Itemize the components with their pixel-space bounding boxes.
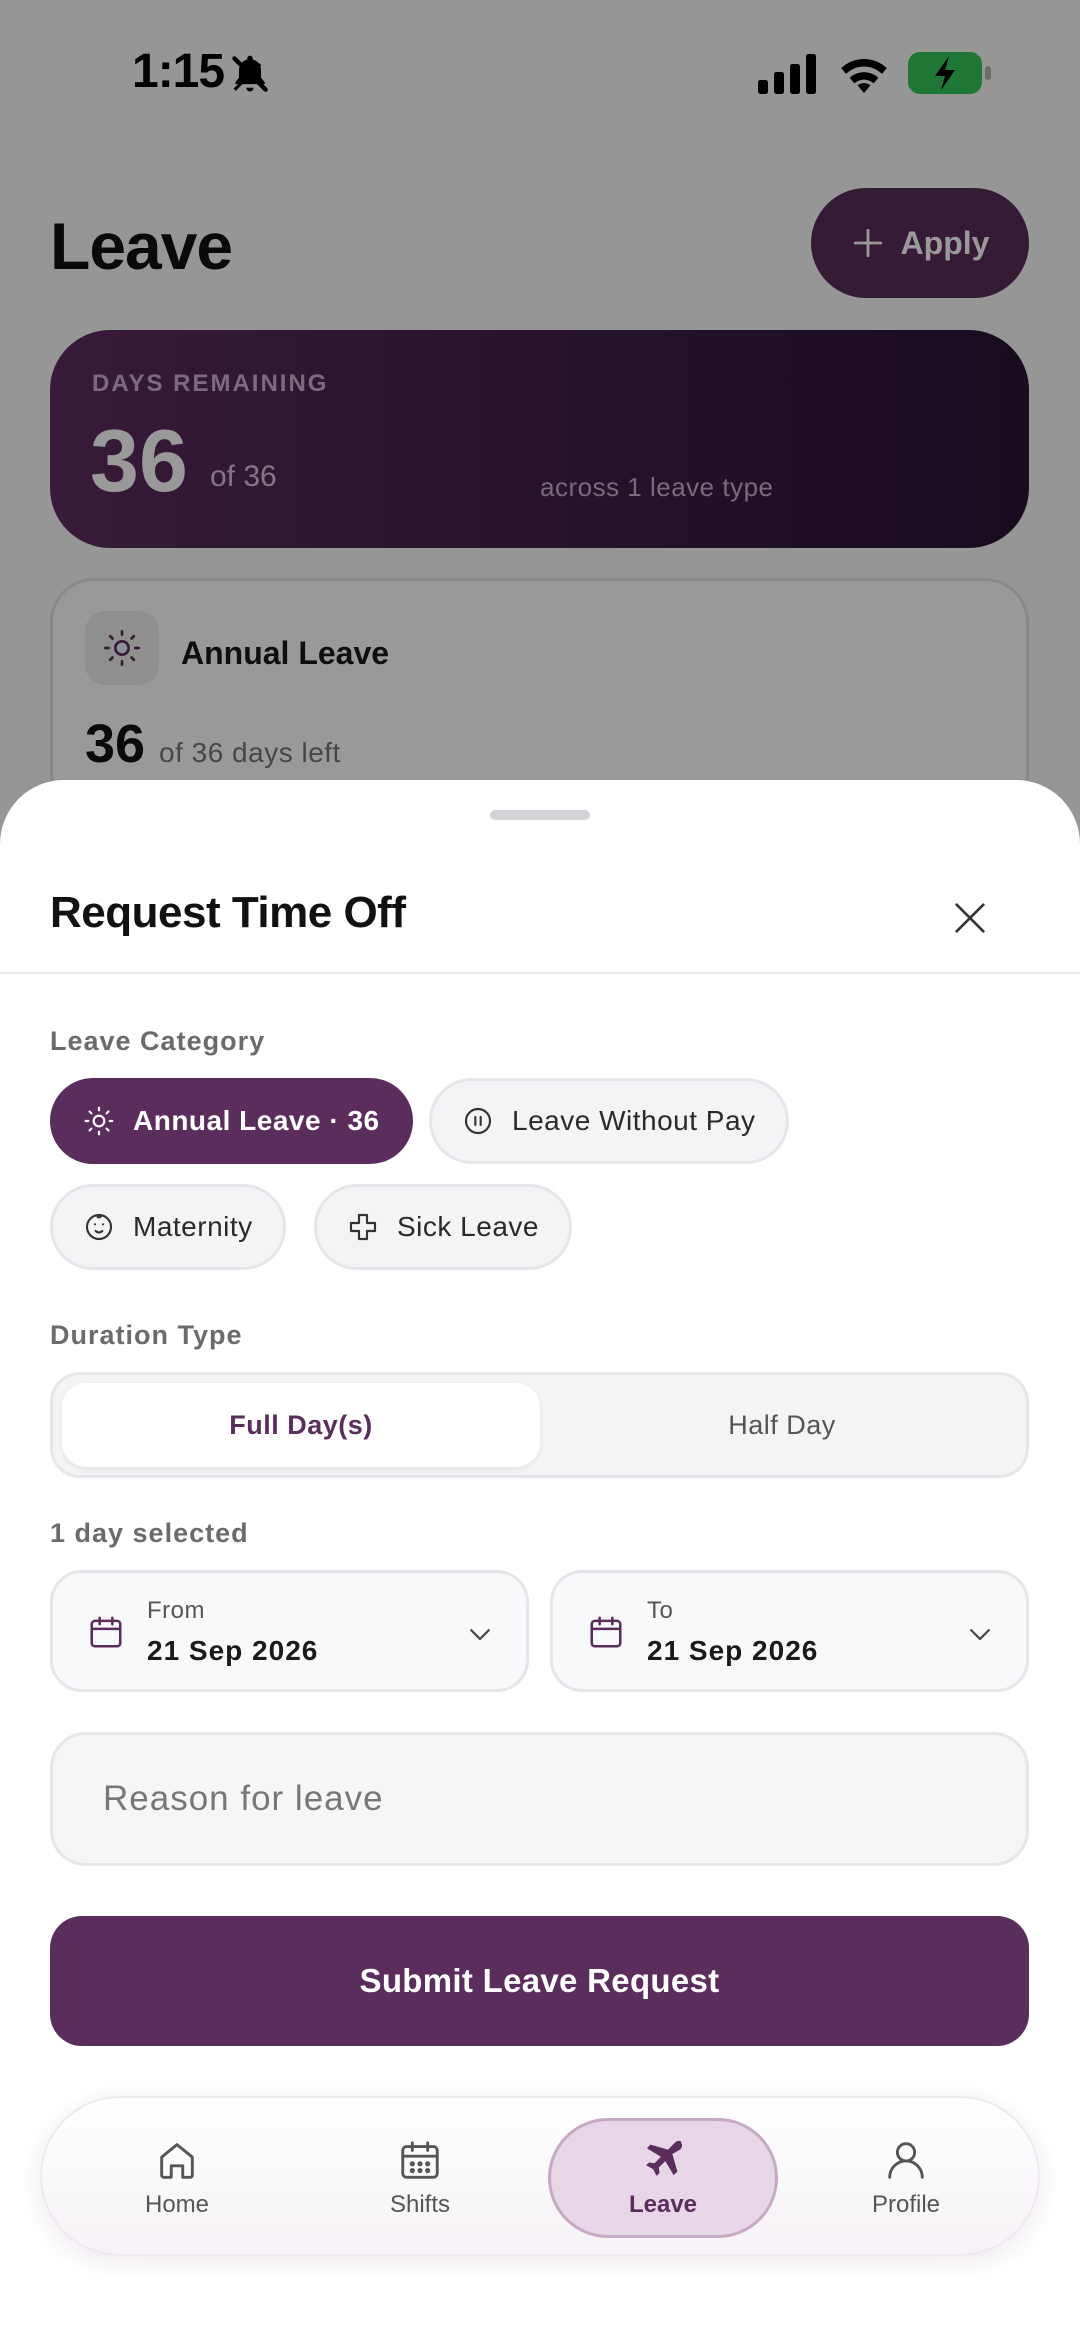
from-date-picker[interactable]: From 21 Sep 2026 — [50, 1570, 529, 1692]
to-value: 21 Sep 2026 — [647, 1635, 819, 1666]
sheet-grabber[interactable] — [490, 810, 590, 820]
nav-label: Shifts — [389, 2191, 451, 2218]
chip-label: Maternity — [133, 1211, 253, 1242]
user-icon — [888, 2142, 924, 2179]
nav-item-leave[interactable]: Leave — [548, 2118, 778, 2238]
reason-input[interactable] — [53, 1735, 1026, 1863]
bottom-navigation: Home Shifts Leave Profile — [40, 2096, 1040, 2256]
chip-label: Annual Leave · 36 — [133, 1105, 380, 1136]
chip-label: Leave Without Pay — [512, 1105, 756, 1136]
baby-face-icon — [85, 1213, 113, 1241]
nav-label: Leave — [628, 2191, 698, 2218]
segment-half-day[interactable]: Half Day — [543, 1383, 1021, 1467]
category-chip-maternity[interactable]: Maternity — [50, 1184, 286, 1270]
from-value: 21 Sep 2026 — [147, 1635, 319, 1666]
nav-item-home[interactable]: Home — [62, 2118, 292, 2238]
to-caption: To — [647, 1597, 674, 1624]
calendar-icon — [590, 1616, 622, 1648]
leave-category-label: Leave Category — [50, 1026, 266, 1056]
submit-leave-request-button[interactable]: Submit Leave Request — [50, 1916, 1029, 2046]
category-chip-sick-leave[interactable]: Sick Leave — [314, 1184, 572, 1270]
calendar-icon — [90, 1616, 122, 1648]
segment-full-day[interactable]: Full Day(s) — [62, 1383, 540, 1467]
category-chip-annual-leave[interactable]: Annual Leave · 36 — [50, 1078, 413, 1164]
sun-icon — [84, 1106, 114, 1136]
reason-field — [50, 1732, 1029, 1866]
duration-type-control: Full Day(s) Half Day — [50, 1372, 1029, 1478]
nav-item-shifts[interactable]: Shifts — [305, 2118, 535, 2238]
to-date-picker[interactable]: To 21 Sep 2026 — [550, 1570, 1029, 1692]
home-icon — [160, 2143, 194, 2179]
close-icon — [955, 903, 985, 933]
close-button[interactable] — [940, 888, 1000, 948]
sheet-title: Request Time Off — [50, 888, 406, 937]
nav-label: Home — [144, 2191, 210, 2218]
nav-item-profile[interactable]: Profile — [791, 2118, 1021, 2238]
airplane-icon — [646, 2140, 683, 2176]
from-caption: From — [147, 1597, 205, 1624]
chip-label: Sick Leave — [397, 1211, 539, 1242]
days-selected-label: 1 day selected — [50, 1518, 249, 1548]
pause-circle-icon — [464, 1107, 492, 1135]
chevron-down-icon — [970, 1629, 990, 1641]
duration-type-label: Duration Type — [50, 1320, 243, 1350]
category-chip-leave-without-pay[interactable]: Leave Without Pay — [429, 1078, 789, 1164]
nav-label: Profile — [871, 2191, 941, 2218]
sheet-divider — [0, 972, 1080, 974]
calendar-icon — [401, 2141, 439, 2179]
chevron-down-icon — [470, 1629, 490, 1641]
medical-cross-icon — [349, 1213, 377, 1241]
